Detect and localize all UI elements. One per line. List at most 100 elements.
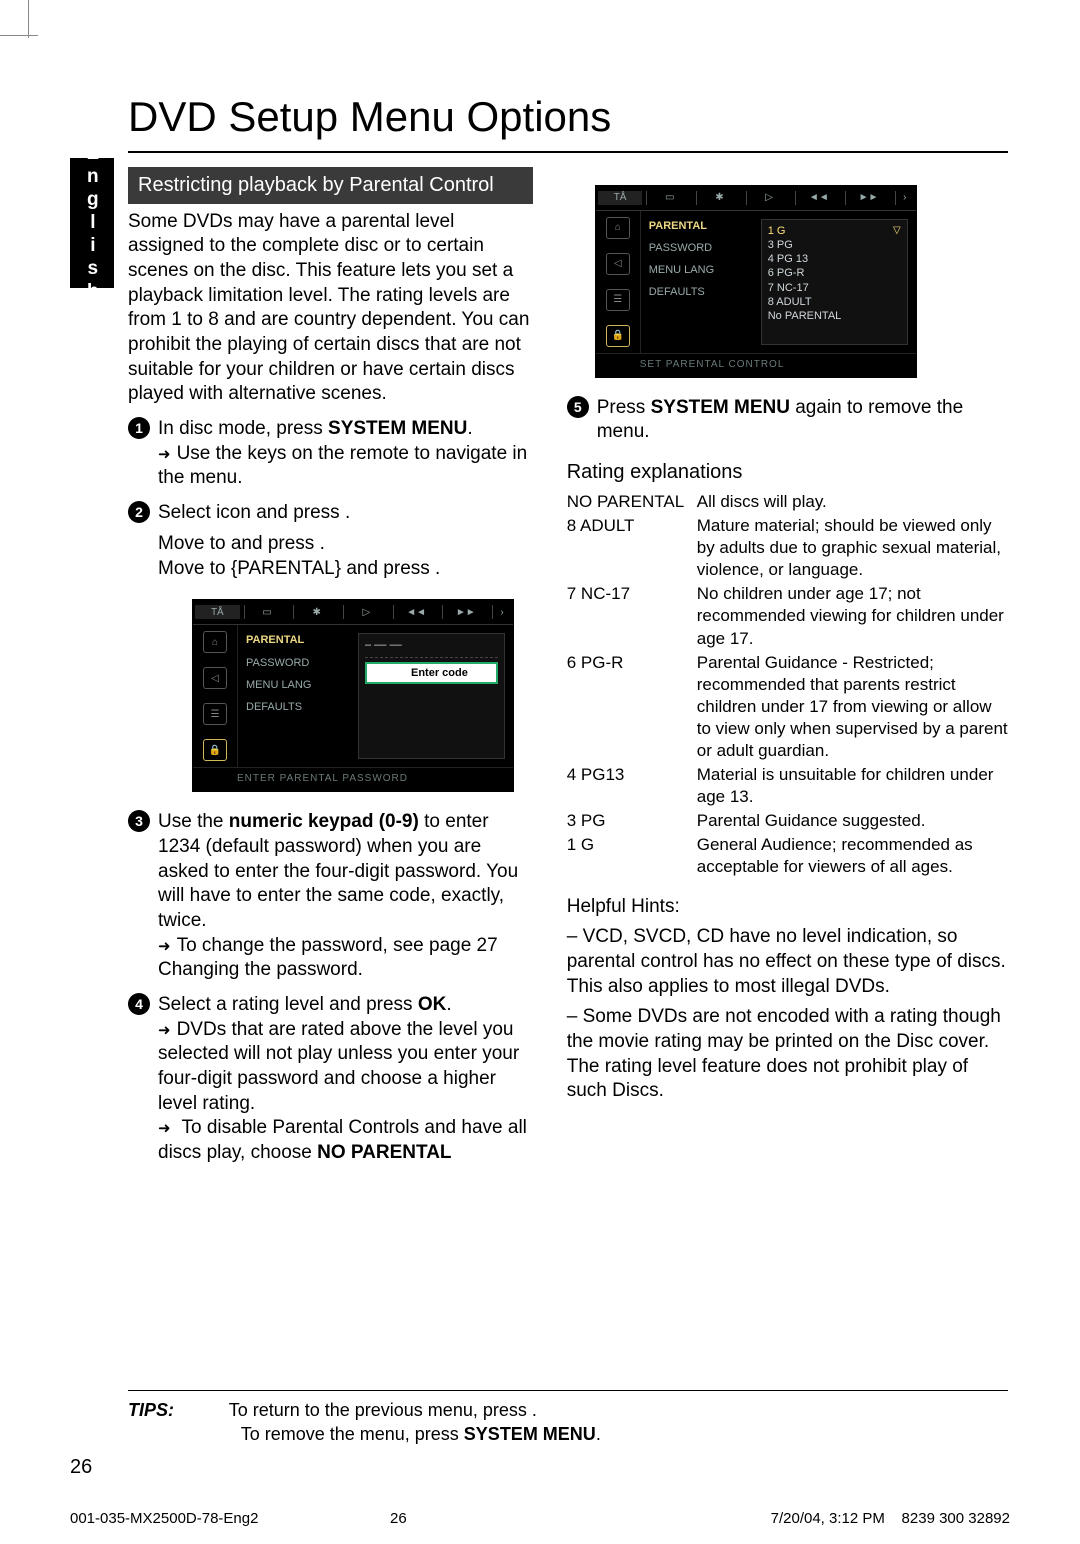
ratings-heading: Rating explanations	[567, 459, 1010, 485]
rating-desc: Parental Guidance suggested.	[697, 810, 1010, 832]
osd-topbar: TÅ ▭ ✱ ▷ ◄◄ ►► ›	[193, 600, 513, 625]
osd-menu-item: PASSWORD	[238, 652, 358, 674]
osd-tab-icon: ▭	[646, 191, 692, 205]
step-3: 3 Use the numeric keypad (0-9) to enter …	[128, 810, 533, 983]
rating-label: 6 PG-R	[567, 652, 697, 762]
tips-line-1: To return to the previous menu, press .	[229, 1400, 537, 1420]
step-4-sub2: To disable Parental Controls and have al…	[158, 1116, 533, 1165]
hint-item: – Some DVDs are not encoded with a ratin…	[567, 1005, 1010, 1104]
osd-panel: ‒ ‒‒ ‒‒ Enter code	[358, 633, 505, 759]
osd-menu-item: PARENTAL	[238, 629, 358, 651]
rating-label: 1 G	[567, 834, 697, 878]
hint-item: – VCD, SVCD, CD have no level indication…	[567, 925, 1010, 999]
tips-label: TIPS:	[128, 1400, 174, 1420]
page-title: DVD Setup Menu Options	[128, 90, 1010, 145]
rating-desc: All discs will play.	[697, 491, 1010, 513]
footer-page: 26	[390, 1509, 407, 1529]
title-rule	[128, 151, 1008, 153]
rating-label: 7 NC-17	[567, 583, 697, 649]
rating-desc: Mature material; should be viewed only b…	[697, 515, 1010, 581]
step-5: 5 Press SYSTEM MENU again to remove the …	[567, 396, 1010, 445]
osd-figure-password: TÅ ▭ ✱ ▷ ◄◄ ►► › ⌂ ◁ ☰ 🔒 PAR	[192, 599, 514, 792]
section-intro: Some DVDs may have a parental level assi…	[128, 210, 533, 408]
tips-bar: TIPS: To return to the previous menu, pr…	[128, 1390, 1008, 1446]
osd-menu-item: MENU LANG	[238, 674, 358, 696]
step-4-sub1: DVDs that are rated above the level you …	[158, 1018, 533, 1117]
rating-desc: No children under age 17; not recommende…	[697, 583, 1010, 649]
rating-label: 3 PG	[567, 810, 697, 832]
osd-topbar: TÅ ▭ ✱ ▷ ◄◄ ►► ›	[596, 186, 916, 211]
step-3-text: Use the numeric keypad (0-9) to enter 12…	[158, 811, 518, 931]
osd-side-icon: ⌂	[606, 217, 630, 239]
step-bullet-4-icon: 4	[128, 993, 150, 1015]
step-3-sub: To change the password, see page 27 Chan…	[158, 934, 533, 983]
hints-heading: Helpful Hints:	[567, 895, 1010, 920]
osd-sidebar: ⌂ ◁ ☰ 🔒	[193, 625, 238, 767]
section-header: Restricting playback by Parental Control	[128, 167, 533, 204]
osd-tab-icon: ►►	[442, 605, 488, 619]
tips-line-2: To remove the menu, press SYSTEM MENU.	[241, 1424, 601, 1444]
step-4: 4 Select a rating level and press OK. DV…	[128, 993, 533, 1166]
osd-tab-icon: ▭	[244, 605, 290, 619]
osd-footer: SET PARENTAL CONTROL	[596, 353, 916, 377]
osd-menu-item: DEFAULTS	[641, 281, 761, 303]
osd-tab-icon: ▷	[343, 605, 389, 619]
osd-panel: 1 G▽ 3 PG 4 PG 13 6 PG-R 7 NC-17 8 ADULT…	[761, 219, 908, 345]
step-1-sub: Use the keys on the remote to navigate i…	[158, 442, 533, 491]
rating-label: 8 ADULT	[567, 515, 697, 581]
step-4-text: Select a rating level and press OK.	[158, 994, 452, 1015]
osd-menu: PARENTAL PASSWORD MENU LANG DEFAULTS	[238, 625, 358, 767]
osd-tab-icon: ►►	[845, 191, 891, 205]
ratings-list: NO PARENTALAll discs will play.8 ADULTMa…	[567, 491, 1010, 879]
osd-tab-icon: ◄◄	[795, 191, 841, 205]
chevron-down-icon: ▽	[893, 224, 901, 237]
osd-menu-item: PARENTAL	[641, 215, 761, 237]
osd-side-icon: ⌂	[203, 631, 227, 653]
step-bullet-3-icon: 3	[128, 810, 150, 832]
rating-desc: Parental Guidance - Restricted; recommen…	[697, 652, 1010, 762]
footer-file: 001-035-MX2500D-78-Eng2	[70, 1509, 258, 1529]
osd-figure-levels: TÅ ▭ ✱ ▷ ◄◄ ►► › ⌂ ◁ ☰ 🔒 PAR	[595, 185, 917, 378]
step-2-line2: Move to and press .	[158, 532, 533, 557]
osd-side-icon: ☰	[606, 289, 630, 311]
osd-password-input: Enter code	[365, 662, 498, 684]
step-1-text: In disc mode, press SYSTEM MENU.	[158, 418, 473, 439]
lock-icon: 🔒	[203, 739, 227, 761]
step-2: 2 Select icon and press .	[128, 501, 533, 526]
osd-tab-icon: TÅ	[598, 191, 643, 205]
rating-row: 1 GGeneral Audience; recommended as acce…	[567, 834, 1010, 878]
osd-tab-icon: ◄◄	[393, 605, 439, 619]
osd-menu-item: MENU LANG	[641, 259, 761, 281]
rating-desc: Material is unsuitable for children unde…	[697, 764, 1010, 808]
rating-row: 3 PGParental Guidance suggested.	[567, 810, 1010, 832]
rating-row: 7 NC-17No children under age 17; not rec…	[567, 583, 1010, 649]
lock-icon: 🔒	[606, 325, 630, 347]
rating-label: 4 PG13	[567, 764, 697, 808]
osd-tab-arrow-icon: ›	[895, 191, 914, 205]
osd-side-icon: ◁	[606, 253, 630, 275]
osd-tab-arrow-icon: ›	[492, 605, 511, 619]
osd-menu: PARENTAL PASSWORD MENU LANG DEFAULTS	[641, 211, 761, 353]
rating-desc: General Audience; recommended as accepta…	[697, 834, 1010, 878]
rating-row: NO PARENTALAll discs will play.	[567, 491, 1010, 513]
osd-tab-icon: TÅ	[195, 605, 240, 619]
print-footer: 001-035-MX2500D-78-Eng2 26 7/20/04, 3:12…	[70, 1509, 1010, 1529]
step-bullet-2-icon: 2	[128, 501, 150, 523]
step-bullet-1-icon: 1	[128, 417, 150, 439]
step-1: 1 In disc mode, press SYSTEM MENU. Use t…	[128, 417, 533, 491]
osd-menu-item: PASSWORD	[641, 237, 761, 259]
column-right: TÅ ▭ ✱ ▷ ◄◄ ►► › ⌂ ◁ ☰ 🔒 PAR	[567, 167, 1010, 1172]
page-number: 26	[70, 1454, 92, 1480]
rating-row: 4 PG13Material is unsuitable for childre…	[567, 764, 1010, 808]
osd-side-icon: ◁	[203, 667, 227, 689]
step-5-text: Press SYSTEM MENU again to remove the me…	[597, 397, 963, 443]
osd-tab-icon: ✱	[293, 605, 339, 619]
crop-mark	[0, 35, 38, 36]
step-2-line3: Move to {PARENTAL} and press .	[158, 557, 533, 582]
rating-label: NO PARENTAL	[567, 491, 697, 513]
osd-side-icon: ☰	[203, 703, 227, 725]
rating-row: 6 PG-RParental Guidance - Restricted; re…	[567, 652, 1010, 762]
crop-mark	[28, 0, 29, 38]
osd-footer: ENTER PARENTAL PASSWORD	[193, 767, 513, 791]
column-left: Restricting playback by Parental Control…	[128, 167, 533, 1172]
